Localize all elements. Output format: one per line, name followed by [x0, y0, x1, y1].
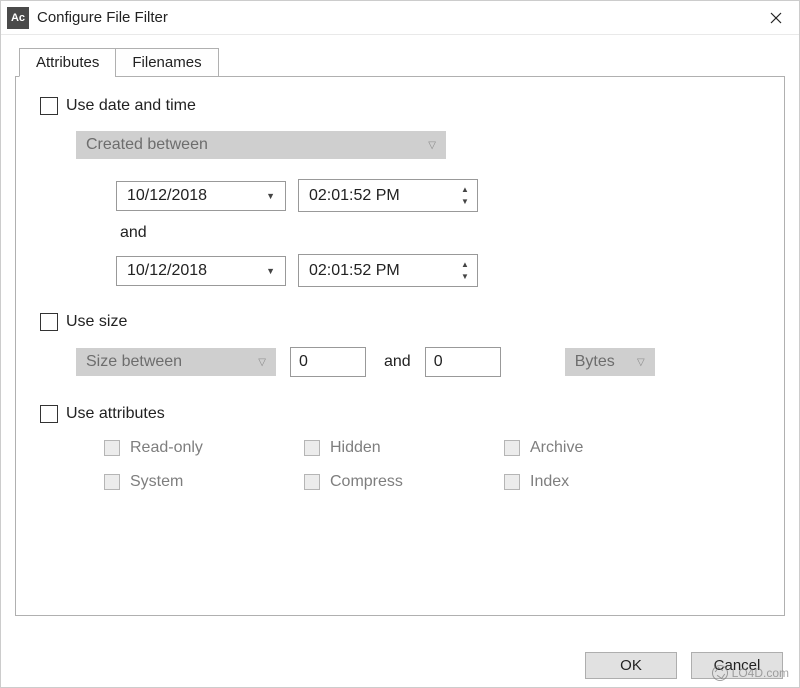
time-to-value: 02:01:52 PM — [309, 262, 451, 280]
time-to-up[interactable]: ▲ — [457, 259, 473, 270]
use-date-time-label: Use date and time — [66, 97, 196, 115]
date-to-picker[interactable]: 10/12/2018 ▼ — [116, 256, 286, 286]
use-size-checkbox[interactable] — [40, 313, 58, 331]
hidden-checkbox[interactable] — [304, 440, 320, 456]
created-between-dropdown[interactable]: Created between ▽ — [76, 131, 446, 159]
compress-label: Compress — [330, 473, 403, 491]
readonly-checkbox[interactable] — [104, 440, 120, 456]
time-from-down[interactable]: ▼ — [457, 196, 473, 207]
index-checkbox[interactable] — [504, 474, 520, 490]
chevron-down-icon: ▽ — [637, 357, 645, 368]
size-and-label: and — [384, 353, 411, 371]
use-date-time-checkbox[interactable] — [40, 97, 58, 115]
date-to-value: 10/12/2018 — [127, 262, 207, 280]
client-area: Attributes Filenames Use date and time C… — [1, 35, 799, 616]
use-date-time-row: Use date and time — [40, 97, 760, 115]
date-inputs: 10/12/2018 ▼ 02:01:52 PM ▲ ▼ and — [116, 179, 760, 287]
size-section: Size between ▽ 0 and 0 Bytes ▽ — [76, 347, 760, 377]
readonly-label: Read-only — [130, 439, 203, 457]
tab-page-attributes: Use date and time Created between ▽ 10/1… — [15, 76, 785, 616]
system-label: System — [130, 473, 183, 491]
time-to-picker[interactable]: 02:01:52 PM ▲ ▼ — [298, 254, 478, 287]
tab-attributes[interactable]: Attributes — [19, 48, 116, 77]
close-icon — [770, 12, 782, 24]
attr-readonly: Read-only — [104, 439, 304, 457]
tab-filenames[interactable]: Filenames — [115, 48, 218, 77]
size-to-input[interactable]: 0 — [425, 347, 501, 377]
time-from-picker[interactable]: 02:01:52 PM ▲ ▼ — [298, 179, 478, 212]
time-from-up[interactable]: ▲ — [457, 184, 473, 195]
created-between-label: Created between — [86, 136, 208, 154]
size-between-label: Size between — [86, 353, 182, 371]
date-from-picker[interactable]: 10/12/2018 ▼ — [116, 181, 286, 211]
attr-system: System — [104, 473, 304, 491]
window-title: Configure File Filter — [37, 9, 753, 26]
system-checkbox[interactable] — [104, 474, 120, 490]
archive-checkbox[interactable] — [504, 440, 520, 456]
chevron-down-icon: ▽ — [428, 140, 436, 151]
tabstrip: Attributes Filenames — [19, 48, 785, 77]
chevron-down-icon: ▽ — [258, 357, 266, 368]
attributes-grid: Read-only Hidden Archive System Compress — [104, 439, 760, 491]
ok-button[interactable]: OK — [585, 652, 677, 679]
attr-index: Index — [504, 473, 704, 491]
size-from-input[interactable]: 0 — [290, 347, 366, 377]
chevron-down-icon: ▼ — [266, 191, 275, 201]
attr-archive: Archive — [504, 439, 704, 457]
archive-label: Archive — [530, 439, 583, 457]
size-between-dropdown[interactable]: Size between ▽ — [76, 348, 276, 376]
date-and-label: and — [120, 224, 147, 242]
titlebar: Ac Configure File Filter — [1, 1, 799, 35]
hidden-label: Hidden — [330, 439, 381, 457]
window: Ac Configure File Filter Attributes File… — [0, 0, 800, 688]
attr-hidden: Hidden — [304, 439, 504, 457]
size-unit-label: Bytes — [575, 353, 615, 371]
use-attributes-checkbox[interactable] — [40, 405, 58, 423]
compress-checkbox[interactable] — [304, 474, 320, 490]
dialog-footer: OK Cancel — [585, 652, 783, 679]
time-to-down[interactable]: ▼ — [457, 271, 473, 282]
index-label: Index — [530, 473, 569, 491]
use-attributes-label: Use attributes — [66, 405, 165, 423]
use-size-label: Use size — [66, 313, 127, 331]
app-icon: Ac — [7, 7, 29, 29]
close-button[interactable] — [753, 1, 799, 34]
date-section: Created between ▽ 10/12/2018 ▼ 02:01:52 … — [76, 131, 760, 287]
date-from-value: 10/12/2018 — [127, 187, 207, 205]
use-attributes-row: Use attributes — [40, 405, 760, 423]
cancel-button[interactable]: Cancel — [691, 652, 783, 679]
use-size-row: Use size — [40, 313, 760, 331]
attr-compress: Compress — [304, 473, 504, 491]
chevron-down-icon: ▼ — [266, 266, 275, 276]
time-from-value: 02:01:52 PM — [309, 187, 451, 205]
size-unit-dropdown[interactable]: Bytes ▽ — [565, 348, 655, 376]
